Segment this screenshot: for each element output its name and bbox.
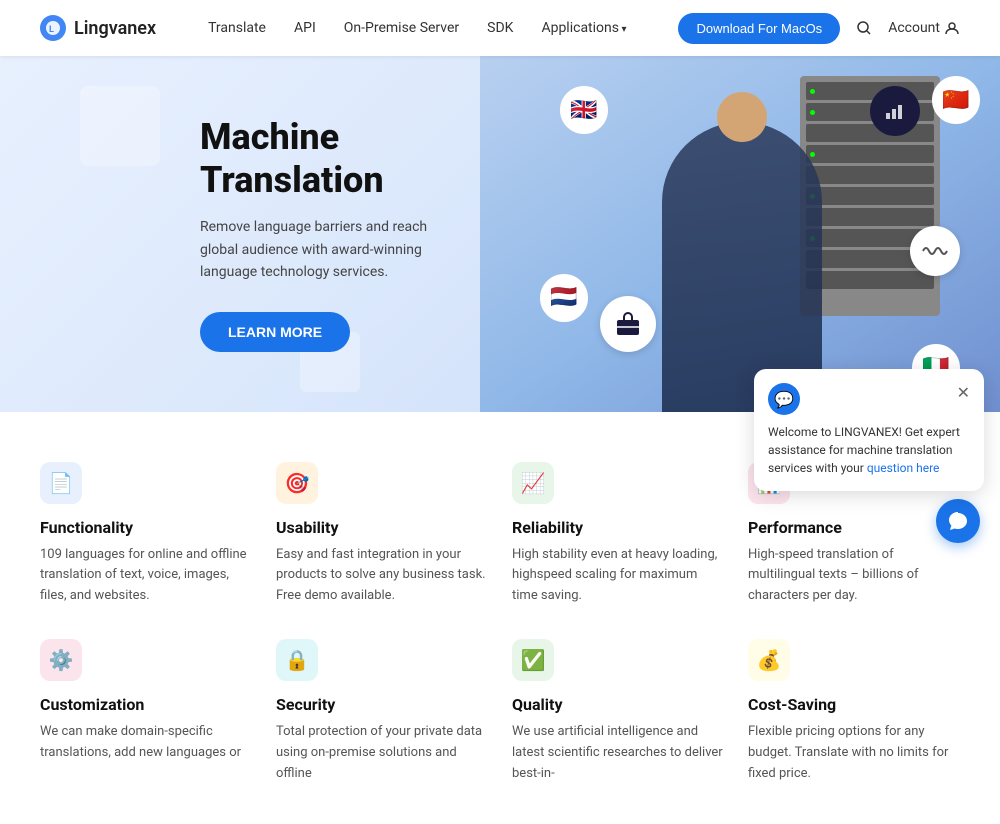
quality-desc: We use artificial intelligence and lates…: [512, 722, 724, 784]
cost-saving-desc: Flexible pricing options for any budget.…: [748, 722, 960, 784]
feature-security: 🔒 Security Total protection of your priv…: [276, 639, 488, 784]
hero-title: Machine Translation: [200, 116, 460, 202]
quality-title: Quality: [512, 695, 724, 714]
server-unit-4: [806, 145, 934, 163]
server-unit-10: [806, 271, 934, 289]
person-head: [717, 92, 767, 142]
feature-functionality: 📄 Functionality 109 languages for online…: [40, 462, 252, 607]
usability-title: Usability: [276, 518, 488, 537]
nav-sdk[interactable]: SDK: [487, 20, 513, 36]
functionality-title: Functionality: [40, 518, 252, 537]
usability-icon: 🎯: [276, 462, 318, 504]
chat-close-button[interactable]: ✕: [957, 383, 970, 402]
nav-onpremise[interactable]: On-Premise Server: [344, 20, 459, 36]
security-title: Security: [276, 695, 488, 714]
chat-avatar: 💬: [768, 383, 800, 415]
hero-subtitle: Remove language barriers and reach globa…: [200, 216, 460, 283]
cost-saving-title: Cost-Saving: [748, 695, 960, 714]
learn-more-button[interactable]: LEARN MORE: [200, 312, 350, 352]
navbar: L Lingvanex Translate API On-Premise Ser…: [0, 0, 1000, 56]
customization-desc: We can make domain-specific translations…: [40, 722, 252, 764]
account-icon: [944, 20, 960, 36]
chat-header: 💬 ✕: [768, 383, 970, 415]
reliability-title: Reliability: [512, 518, 724, 537]
usability-desc: Easy and fast integration in your produc…: [276, 545, 488, 607]
nav-api[interactable]: API: [294, 20, 316, 36]
security-icon: 🔒: [276, 639, 318, 681]
customization-title: Customization: [40, 695, 252, 714]
flag-netherlands: 🇳🇱: [540, 274, 588, 322]
nav-applications[interactable]: Applications: [541, 20, 626, 36]
logo-icon: L: [40, 15, 66, 41]
wave-bubble: [910, 226, 960, 276]
account-button[interactable]: Account: [888, 20, 960, 36]
server-unit-5: [806, 166, 934, 184]
quality-icon: ✅: [512, 639, 554, 681]
reliability-desc: High stability even at heavy loading, hi…: [512, 545, 724, 607]
nav-right: Download For MacOs Account: [678, 13, 960, 44]
chat-text: Welcome to LINGVANEX! Get expert assista…: [768, 423, 970, 477]
search-icon: [856, 20, 872, 36]
nav-translate[interactable]: Translate: [208, 20, 266, 36]
feature-customization: ⚙️ Customization We can make domain-spec…: [40, 639, 252, 784]
security-desc: Total protection of your private data us…: [276, 722, 488, 784]
server-unit-6: [806, 187, 934, 205]
customization-icon: ⚙️: [40, 639, 82, 681]
chart-bubble: [870, 86, 920, 136]
server-unit-7: [806, 208, 934, 226]
feature-reliability: 📈 Reliability High stability even at hea…: [512, 462, 724, 607]
account-label: Account: [888, 20, 940, 36]
server-unit-3: [806, 124, 934, 142]
chat-widget: 💬 ✕ Welcome to LINGVANEX! Get expert ass…: [754, 369, 984, 491]
wave-icon: [921, 241, 949, 261]
functionality-icon: 📄: [40, 462, 82, 504]
feature-cost-saving: 💰 Cost-Saving Flexible pricing options f…: [748, 639, 960, 784]
server-light: [810, 89, 815, 94]
chat-link[interactable]: question here: [867, 461, 940, 475]
search-button[interactable]: [856, 20, 872, 36]
hero-section: Machine Translation Remove language barr…: [0, 56, 1000, 412]
hero-image-area: 🇬🇧 🇳🇱 🇨🇳 🇮🇹: [480, 56, 1000, 412]
reliability-icon: 📈: [512, 462, 554, 504]
chat-fab-icon: [947, 510, 969, 532]
download-button[interactable]: Download For MacOs: [678, 13, 840, 44]
functionality-desc: 109 languages for online and offline tra…: [40, 545, 252, 607]
feature-quality: ✅ Quality We use artificial intelligence…: [512, 639, 724, 784]
feature-usability: 🎯 Usability Easy and fast integration in…: [276, 462, 488, 607]
performance-desc: High-speed translation of multilingual t…: [748, 545, 960, 607]
chat-fab-button[interactable]: [936, 499, 980, 543]
cost-saving-icon: 💰: [748, 639, 790, 681]
chart-icon: [883, 99, 907, 123]
features-grid: 📄 Functionality 109 languages for online…: [40, 462, 960, 785]
logo[interactable]: L Lingvanex: [40, 15, 156, 41]
svg-text:L: L: [49, 25, 54, 35]
server-light: [810, 110, 815, 115]
performance-title: Performance: [748, 518, 960, 537]
flag-uk: 🇬🇧: [560, 86, 608, 134]
hero-content: Machine Translation Remove language barr…: [0, 56, 500, 412]
nav-links: Translate API On-Premise Server SDK Appl…: [208, 20, 626, 36]
briefcase-bubble: [600, 296, 656, 352]
flag-china: 🇨🇳: [932, 76, 980, 124]
logo-text: Lingvanex: [74, 18, 156, 39]
briefcase-icon: [614, 311, 642, 337]
